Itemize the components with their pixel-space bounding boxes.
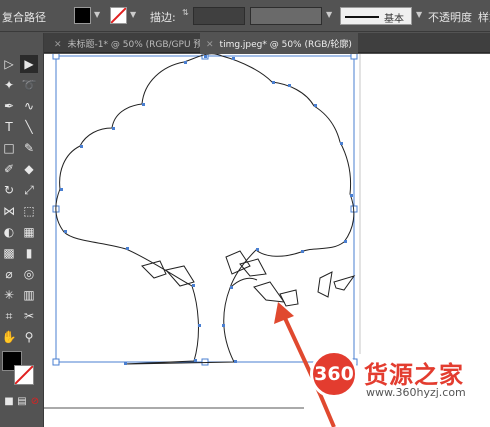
none-mode-icon[interactable]: ⊘ bbox=[26, 393, 44, 411]
anchor-points[interactable] bbox=[60, 55, 353, 365]
brush-dropdown-icon[interactable]: ▼ bbox=[416, 10, 422, 19]
stroke-swatch[interactable] bbox=[14, 365, 34, 385]
style-label[interactable]: 样式 bbox=[478, 9, 490, 25]
variable-width-profile[interactable] bbox=[250, 7, 322, 25]
branch-shape[interactable] bbox=[239, 258, 267, 277]
control-bar: 复合路径 ▼ ▼ 描边: ⇅ ▼ 基本 ▼ 不透明度 样式 bbox=[0, 0, 490, 32]
bbox-handle[interactable] bbox=[52, 54, 60, 60]
brush-style-label: 基本 bbox=[384, 14, 404, 25]
branch-shape[interactable] bbox=[333, 275, 356, 291]
tab-timg[interactable]: ✕ timg.jpeg* @ 50% (RGB/轮廓) bbox=[200, 33, 358, 53]
fill-dropdown-icon[interactable]: ▼ bbox=[94, 10, 100, 19]
tab-label: 未标题-1* @ 50% (RGB/GPU 预览) bbox=[67, 40, 215, 50]
type-tool-icon[interactable]: T bbox=[0, 118, 18, 136]
no-stroke-icon bbox=[14, 365, 34, 385]
blend-tool-icon[interactable]: ◎ bbox=[20, 265, 38, 283]
tab-label: timg.jpeg* @ 50% (RGB/轮廓) bbox=[219, 40, 352, 50]
branch-shape[interactable] bbox=[317, 271, 333, 298]
stroke-weight-field[interactable] bbox=[193, 7, 245, 25]
symbol-sprayer-tool-icon[interactable]: ✳ bbox=[0, 286, 18, 304]
paintbrush-tool-icon[interactable]: ✎ bbox=[20, 139, 38, 157]
selection-tool-icon[interactable]: ▶ bbox=[20, 55, 38, 73]
zoom-tool-icon[interactable]: ⚲ bbox=[20, 328, 38, 346]
tab-untitled[interactable]: ✕ 未标题-1* @ 50% (RGB/GPU 预览) bbox=[48, 33, 221, 53]
direct-selection-tool-icon[interactable]: ▷ bbox=[0, 55, 18, 73]
close-icon[interactable]: ✕ bbox=[54, 40, 62, 50]
profile-dropdown-icon[interactable]: ▼ bbox=[326, 10, 332, 19]
opacity-label[interactable]: 不透明度 bbox=[428, 9, 472, 25]
mesh-tool-icon[interactable]: ▩ bbox=[0, 244, 18, 262]
bbox-handle[interactable] bbox=[350, 54, 358, 60]
document-tab-bar: ✕ 未标题-1* @ 50% (RGB/GPU 预览) ✕ timg.jpeg* @… bbox=[44, 33, 490, 53]
scale-tool-icon[interactable]: ⤢ bbox=[20, 181, 38, 199]
eyedropper-tool-icon[interactable]: ⌀ bbox=[0, 265, 18, 283]
stroke-weight-stepper-icon[interactable]: ⇅ bbox=[182, 8, 189, 17]
rotate-tool-icon[interactable]: ↻ bbox=[0, 181, 18, 199]
hand-tool-icon[interactable]: ✋ bbox=[0, 328, 18, 346]
perspective-grid-tool-icon[interactable]: ▦ bbox=[20, 223, 38, 241]
line-tool-icon[interactable]: ╲ bbox=[20, 118, 38, 136]
watermark-url: www.360hyzj.com bbox=[366, 386, 466, 399]
rectangle-tool-icon[interactable]: □ bbox=[0, 139, 18, 157]
stroke-weight-label: 描边: bbox=[150, 11, 176, 24]
width-tool-icon[interactable]: ⋈ bbox=[0, 202, 18, 220]
magic-wand-tool-icon[interactable]: ✦ bbox=[0, 76, 18, 94]
branch-shape[interactable] bbox=[165, 265, 195, 287]
free-transform-tool-icon[interactable]: ⬚ bbox=[20, 202, 38, 220]
watermark-logo: 360 bbox=[310, 350, 358, 398]
shaper-tool-icon[interactable]: ✐ bbox=[0, 160, 18, 178]
lasso-tool-icon[interactable]: ➰ bbox=[20, 76, 38, 94]
branch-shape[interactable] bbox=[279, 289, 299, 307]
stroke-color-swatch[interactable] bbox=[110, 7, 127, 24]
column-graph-tool-icon[interactable]: ▥ bbox=[20, 286, 38, 304]
bbox-handle[interactable] bbox=[52, 358, 60, 366]
branch-path[interactable] bbox=[229, 277, 258, 289]
artboard-tool-icon[interactable]: ⌗ bbox=[0, 307, 18, 325]
slice-tool-icon[interactable]: ✂ bbox=[20, 307, 38, 325]
shape-builder-tool-icon[interactable]: ◐ bbox=[0, 223, 18, 241]
no-stroke-icon bbox=[110, 7, 127, 24]
fill-color-swatch[interactable] bbox=[74, 7, 91, 24]
pen-tool-icon[interactable]: ✒ bbox=[0, 97, 18, 115]
selection-bounding-box[interactable] bbox=[55, 55, 355, 363]
gradient-tool-icon[interactable]: ▮ bbox=[20, 244, 38, 262]
eraser-tool-icon[interactable]: ◆ bbox=[20, 160, 38, 178]
close-icon[interactable]: ✕ bbox=[206, 40, 214, 50]
watermark-name: 货源之家 bbox=[364, 361, 464, 389]
fill-stroke-swatches[interactable] bbox=[2, 351, 38, 387]
stroke-dropdown-icon[interactable]: ▼ bbox=[130, 10, 136, 19]
brush-stroke-preview bbox=[345, 16, 379, 18]
branch-shape[interactable] bbox=[253, 281, 286, 303]
tools-panel: ▷ ▶ ✦ ➰ ✒ ∿ T ╲ □ ✎ ✐ ◆ ↻ ⤢ ⋈ ⬚ ◐ ▦ ▩ ▮ … bbox=[0, 33, 44, 427]
tree-canopy-trunk-path[interactable] bbox=[55, 54, 355, 365]
curvature-tool-icon[interactable]: ∿ bbox=[20, 97, 38, 115]
object-type-label: 复合路径 bbox=[2, 11, 46, 24]
brush-definition-dropdown[interactable]: 基本 bbox=[340, 7, 412, 25]
